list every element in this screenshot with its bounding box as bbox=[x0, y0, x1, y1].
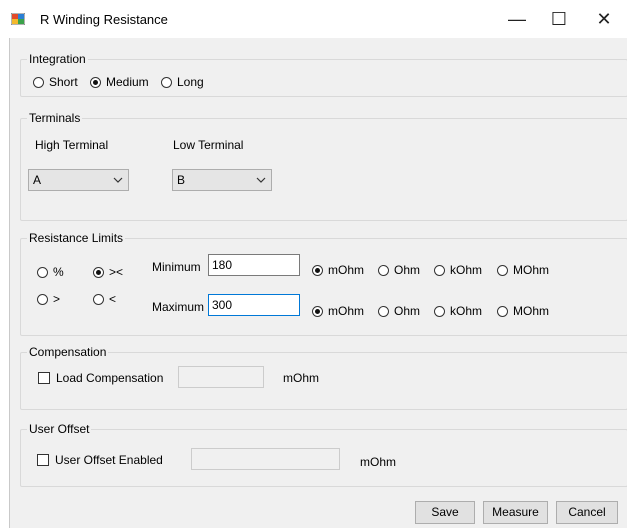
radio-indicator[interactable] bbox=[90, 76, 101, 88]
radio-label: Long bbox=[177, 75, 204, 89]
checkbox-label: User Offset Enabled bbox=[55, 453, 163, 467]
radio-indicator[interactable] bbox=[37, 266, 48, 278]
minimum-label: Minimum bbox=[152, 260, 201, 274]
radio-indicator[interactable] bbox=[37, 293, 48, 305]
app-icon bbox=[11, 13, 25, 25]
radio-indicator[interactable] bbox=[312, 305, 323, 317]
integration-short-radio[interactable]: Short bbox=[33, 75, 78, 89]
radio-indicator[interactable] bbox=[312, 264, 323, 276]
max-unit-kohm-radio[interactable]: kOhm bbox=[434, 304, 482, 318]
radio-label: >< bbox=[109, 265, 124, 279]
checkbox-label: Load Compensation bbox=[56, 371, 164, 385]
chevron-down-icon bbox=[113, 177, 123, 183]
radio-indicator[interactable] bbox=[161, 76, 172, 88]
select-value: B bbox=[177, 173, 186, 187]
user-offset-checkbox[interactable]: User Offset Enabled bbox=[37, 453, 163, 467]
radio-indicator[interactable] bbox=[33, 76, 44, 88]
compensation-unit-label: mOhm bbox=[283, 371, 319, 385]
radio-label: MOhm bbox=[513, 304, 549, 318]
radio-indicator[interactable] bbox=[378, 305, 389, 317]
radio-indicator[interactable] bbox=[497, 305, 508, 317]
window-title: R Winding Resistance bbox=[40, 12, 168, 27]
integration-long-radio[interactable]: Long bbox=[161, 75, 204, 89]
radio-indicator[interactable] bbox=[434, 305, 445, 317]
close-button[interactable]: ✕ bbox=[581, 0, 627, 38]
maximum-input[interactable]: 300 bbox=[208, 294, 300, 316]
min-unit-kohm-radio[interactable]: kOhm bbox=[434, 263, 482, 277]
low-terminal-label: Low Terminal bbox=[173, 138, 244, 152]
radio-label: Ohm bbox=[394, 263, 421, 277]
load-compensation-checkbox[interactable]: Load Compensation bbox=[38, 371, 163, 385]
window-left-border bbox=[9, 38, 10, 528]
dialog-client-area: Integration Short Medium Long Terminals … bbox=[9, 38, 627, 528]
high-terminal-label: High Terminal bbox=[35, 138, 109, 152]
limit-between-radio[interactable]: >< bbox=[93, 265, 123, 279]
limit-percent-radio[interactable]: % bbox=[37, 265, 64, 279]
checkbox-box[interactable] bbox=[38, 372, 50, 384]
user-offset-input[interactable] bbox=[191, 448, 340, 470]
max-unit-ohm-radio[interactable]: Ohm bbox=[378, 304, 420, 318]
limit-less-radio[interactable]: < bbox=[93, 292, 116, 306]
radio-label: kOhm bbox=[450, 304, 483, 318]
max-unit-megaohm-radio[interactable]: MOhm bbox=[497, 304, 549, 318]
max-unit-mohm-radio[interactable]: mOhm bbox=[312, 304, 364, 318]
radio-indicator[interactable] bbox=[378, 264, 389, 276]
radio-label: mOhm bbox=[328, 263, 364, 277]
limit-greater-radio[interactable]: > bbox=[37, 292, 60, 306]
radio-label: Short bbox=[49, 75, 78, 89]
chevron-down-icon bbox=[256, 177, 266, 183]
title-bar: R Winding Resistance — ☐ ✕ bbox=[0, 0, 627, 38]
terminals-legend: Terminals bbox=[27, 111, 83, 125]
minimize-button[interactable]: — bbox=[494, 0, 540, 38]
high-terminal-select[interactable]: A bbox=[28, 169, 129, 191]
radio-indicator[interactable] bbox=[497, 264, 508, 276]
radio-label: Medium bbox=[106, 75, 149, 89]
radio-indicator[interactable] bbox=[93, 293, 104, 305]
radio-label: < bbox=[109, 292, 117, 306]
low-terminal-select[interactable]: B bbox=[172, 169, 272, 191]
measure-button[interactable]: Measure bbox=[483, 501, 548, 524]
minimum-input[interactable]: 180 bbox=[208, 254, 300, 276]
radio-indicator[interactable] bbox=[434, 264, 445, 276]
radio-label: > bbox=[53, 292, 61, 306]
load-compensation-input[interactable] bbox=[178, 366, 264, 388]
radio-label: mOhm bbox=[328, 304, 364, 318]
offset-unit-label: mOhm bbox=[360, 455, 396, 469]
checkbox-box[interactable] bbox=[37, 454, 49, 466]
cancel-button[interactable]: Cancel bbox=[556, 501, 618, 524]
radio-label: % bbox=[53, 265, 64, 279]
resistance-limits-group: Resistance Limits bbox=[20, 231, 627, 336]
radio-label: Ohm bbox=[394, 304, 421, 318]
integration-legend: Integration bbox=[27, 52, 88, 66]
radio-label: kOhm bbox=[450, 263, 483, 277]
radio-indicator[interactable] bbox=[93, 266, 104, 278]
user-offset-legend: User Offset bbox=[27, 422, 92, 436]
maximize-button[interactable]: ☐ bbox=[536, 0, 582, 38]
integration-medium-radio[interactable]: Medium bbox=[90, 75, 149, 89]
radio-label: MOhm bbox=[513, 263, 549, 277]
maximum-label: Maximum bbox=[152, 300, 205, 314]
min-unit-ohm-radio[interactable]: Ohm bbox=[378, 263, 420, 277]
compensation-legend: Compensation bbox=[27, 345, 109, 359]
min-unit-megaohm-radio[interactable]: MOhm bbox=[497, 263, 549, 277]
min-unit-mohm-radio[interactable]: mOhm bbox=[312, 263, 364, 277]
select-value: A bbox=[33, 173, 42, 187]
save-button[interactable]: Save bbox=[415, 501, 475, 524]
resistance-limits-legend: Resistance Limits bbox=[27, 231, 126, 245]
